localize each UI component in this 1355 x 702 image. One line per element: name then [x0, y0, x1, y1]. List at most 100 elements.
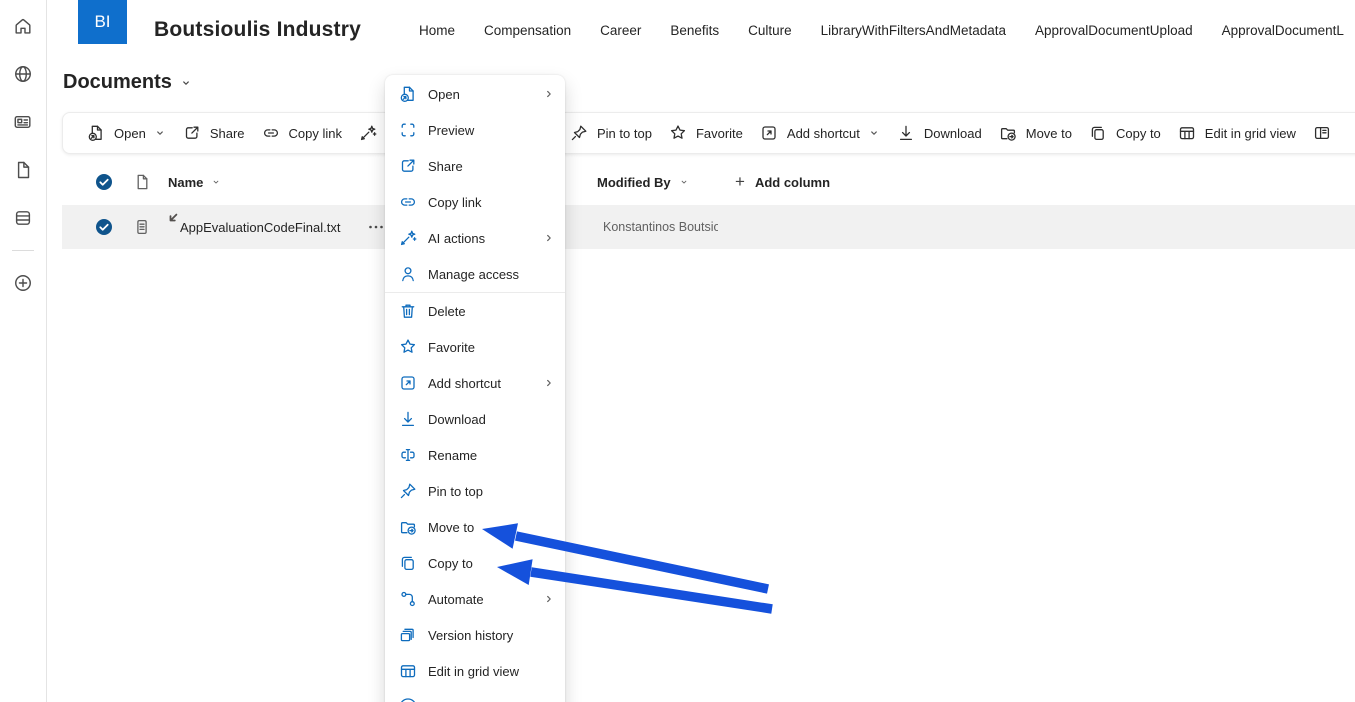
menu-item-ai-actions[interactable]: AI actions [385, 220, 565, 256]
menu-item-label: Manage access [428, 267, 519, 282]
chevron-down-icon [868, 127, 880, 139]
menu-item-label: Copy to [428, 556, 473, 571]
menu-item-label: Edit in grid view [428, 664, 519, 679]
menu-item-edit-in-grid-view[interactable]: Edit in grid view [385, 653, 565, 689]
check-circle-icon [94, 217, 114, 237]
menu-item-move-to[interactable]: Move to [385, 509, 565, 545]
toolbar-open-button[interactable]: Open [86, 123, 166, 143]
library-title[interactable]: Documents [63, 71, 192, 94]
toolbar-label: Open [114, 126, 146, 141]
nav-item-approval-document-upload[interactable]: ApprovalDocumentUpload [1035, 23, 1193, 38]
create-nav-button[interactable] [12, 259, 34, 307]
lists-nav-button[interactable] [12, 194, 34, 242]
toolbar-add-shortcut-button[interactable]: Add shortcut [759, 123, 880, 143]
circle-icon [398, 697, 418, 702]
grid-icon [398, 661, 418, 681]
trash-icon [398, 301, 418, 321]
toolbar-clipped-button[interactable] [1312, 123, 1332, 143]
share-icon [182, 123, 202, 143]
grid-icon [1177, 123, 1197, 143]
news-nav-button[interactable] [12, 98, 34, 146]
more-actions-icon[interactable] [366, 217, 386, 237]
site-title[interactable]: Boutsioulis Industry [154, 18, 361, 42]
menu-item-label: Rename [428, 448, 477, 463]
menu-item-label: Copy link [428, 195, 481, 210]
nav-item-home[interactable]: Home [419, 23, 455, 38]
home-icon [12, 15, 34, 37]
menu-item-label: Version history [428, 628, 513, 643]
open-file-icon [86, 123, 106, 143]
menu-item-label: Open [428, 87, 460, 102]
copy-link-icon [261, 123, 281, 143]
menu-item-manage-access[interactable]: Manage access [385, 256, 565, 292]
open-file-icon [398, 84, 418, 104]
toolbar-label: Edit in grid view [1205, 126, 1296, 141]
nav-item-compensation[interactable]: Compensation [484, 23, 571, 38]
pin-icon [569, 123, 589, 143]
toolbar-label: Copy to [1116, 126, 1161, 141]
toolbar-label: Download [924, 126, 982, 141]
select-all-checkbox[interactable] [84, 172, 124, 192]
menu-item-label: Automate [428, 592, 484, 607]
menu-item-add-shortcut[interactable]: Add shortcut [385, 365, 565, 401]
row-checkbox[interactable] [84, 217, 124, 237]
toolbar-label: Pin to top [597, 126, 652, 141]
share-icon [398, 156, 418, 176]
toolbar-pin-to-top-button[interactable]: Pin to top [569, 123, 652, 143]
list-header-row: Name Modified By + Add column [62, 164, 1355, 200]
menu-item-clipped[interactable] [385, 689, 565, 702]
files-nav-button[interactable] [12, 146, 34, 194]
file-name[interactable]: AppEvaluationCodeFinal.txt [180, 220, 340, 235]
copy-to-icon [398, 553, 418, 573]
menu-item-delete[interactable]: Delete [385, 293, 565, 329]
menu-item-pin-to-top[interactable]: Pin to top [385, 473, 565, 509]
toolbar-label: Move to [1026, 126, 1072, 141]
menu-item-label: Add shortcut [428, 376, 501, 391]
chevron-down-icon [679, 177, 689, 187]
toolbar-edit-in-grid-view-button[interactable]: Edit in grid view [1177, 123, 1296, 143]
nav-item-library-with-filters[interactable]: LibraryWithFiltersAndMetadata [821, 23, 1006, 38]
news-icon [12, 111, 34, 133]
menu-item-copy-to[interactable]: Copy to [385, 545, 565, 581]
toolbar-copy-link-button[interactable]: Copy link [261, 123, 342, 143]
row-modified-by-cell: Konstantinos Boutsiou [558, 220, 718, 234]
menu-item-copy-link[interactable]: Copy link [385, 184, 565, 220]
menu-item-favorite[interactable]: Favorite [385, 329, 565, 365]
menu-item-label: Favorite [428, 340, 475, 355]
menu-item-preview[interactable]: Preview [385, 112, 565, 148]
home-nav-button[interactable] [12, 2, 34, 50]
nav-item-approval-document-clipped[interactable]: ApprovalDocumentL [1222, 23, 1344, 38]
menu-item-label: Move to [428, 520, 474, 535]
menu-item-automate[interactable]: Automate [385, 581, 565, 617]
column-label: Name [168, 175, 203, 190]
site-logo[interactable]: BI [78, 0, 127, 44]
menu-item-version-history[interactable]: Version history [385, 617, 565, 653]
rename-icon [398, 445, 418, 465]
menu-item-label: Preview [428, 123, 474, 138]
toolbar-share-button[interactable]: Share [182, 123, 245, 143]
menu-item-rename[interactable]: Rename [385, 437, 565, 473]
toolbar-copy-to-button[interactable]: Copy to [1088, 123, 1161, 143]
person-icon [398, 264, 418, 284]
ai-sparkle-icon [398, 228, 418, 248]
toolbar-download-button[interactable]: Download [896, 123, 982, 143]
table-row[interactable]: AppEvaluationCodeFinal.txt Konstantinos … [62, 205, 1355, 249]
chevron-right-icon [543, 377, 555, 389]
add-shortcut-icon [398, 373, 418, 393]
column-label: Modified By [597, 175, 671, 190]
nav-item-career[interactable]: Career [600, 23, 641, 38]
my-sites-nav-button[interactable] [12, 50, 34, 98]
nav-item-benefits[interactable]: Benefits [670, 23, 719, 38]
toolbar-move-to-button[interactable]: Move to [998, 123, 1072, 143]
menu-item-open[interactable]: Open [385, 76, 565, 112]
toolbar-favorite-button[interactable]: Favorite [668, 123, 743, 143]
context-menu: Open Preview Share Copy link AI actions … [385, 75, 565, 702]
plus-icon: + [735, 172, 745, 192]
add-column-button[interactable]: + Add column [718, 172, 830, 192]
file-type-column-header[interactable] [124, 172, 160, 192]
menu-item-share[interactable]: Share [385, 148, 565, 184]
nav-item-culture[interactable]: Culture [748, 23, 792, 38]
modified-by-column-header[interactable]: Modified By [558, 175, 718, 190]
menu-item-download[interactable]: Download [385, 401, 565, 437]
library-icon [12, 207, 34, 229]
